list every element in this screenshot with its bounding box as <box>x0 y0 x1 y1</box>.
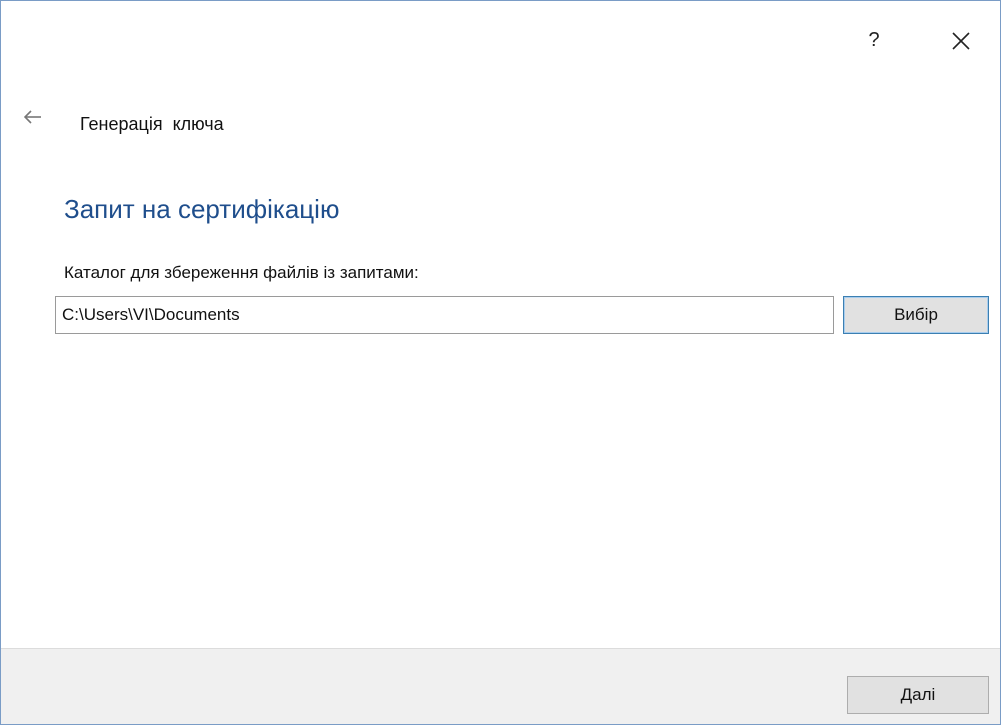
wizard-dialog: ? Генерація ключа Запит на сертифікацію … <box>0 0 1001 725</box>
directory-path-input[interactable] <box>55 296 834 334</box>
footer-bar: Далі <box>1 648 1000 724</box>
title-bar: ? <box>1 1 1000 81</box>
close-icon <box>952 32 970 50</box>
wizard-title: Генерація ключа <box>80 114 224 134</box>
next-button[interactable]: Далі <box>847 676 989 714</box>
help-button[interactable]: ? <box>859 25 889 55</box>
close-button[interactable] <box>947 27 975 55</box>
back-arrow-icon <box>24 110 41 124</box>
question-mark-icon: ? <box>868 28 880 51</box>
page-heading: Запит на сертифікацію <box>64 194 340 224</box>
back-button[interactable] <box>21 105 45 129</box>
browse-button[interactable]: Вибір <box>843 296 989 334</box>
directory-label: Каталог для збереження файлів із запитам… <box>64 263 419 282</box>
